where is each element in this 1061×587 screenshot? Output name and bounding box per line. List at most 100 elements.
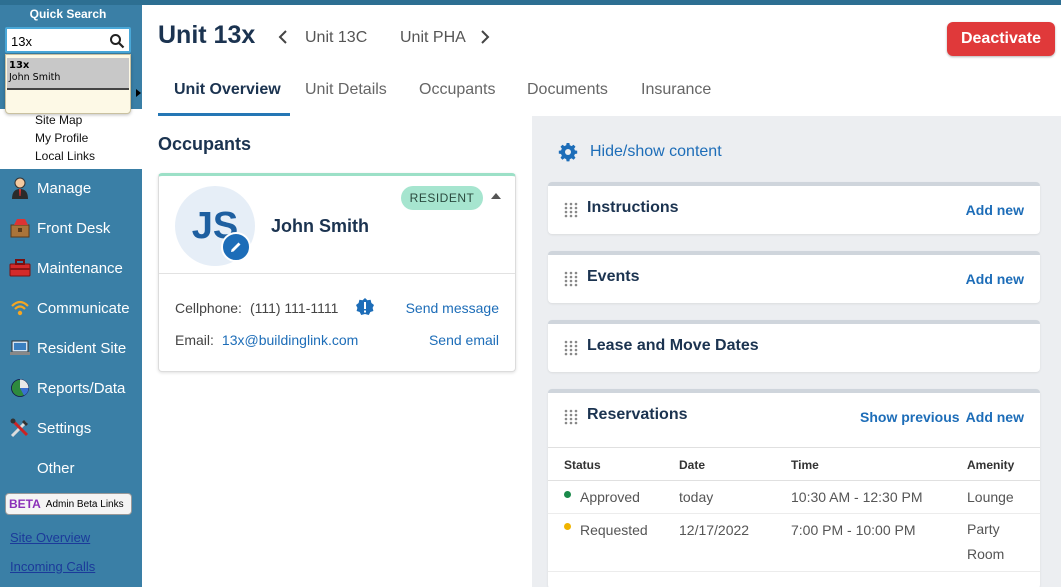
content-panel: Hide/show content Instructions Add new E… [532, 116, 1061, 587]
row-time: 10:30 AM - 12:30 PM [791, 489, 923, 505]
nav-other-label: Other [37, 459, 75, 477]
next-unit-link[interactable]: Unit PHA [400, 29, 466, 47]
edit-pencil-icon[interactable] [221, 232, 251, 262]
nav-resident-site-label: Resident Site [37, 339, 127, 357]
nav-manage[interactable]: Manage [0, 171, 142, 205]
tab-unit-overview[interactable]: Unit Overview [174, 81, 281, 99]
occupant-name[interactable]: John Smith [271, 216, 369, 237]
admin-beta-links-button[interactable]: BETA Admin Beta Links [5, 493, 132, 515]
lease-move-dates-card: Lease and Move Dates [548, 320, 1040, 372]
col-status: Status [564, 458, 601, 472]
main-content: Unit 13x Unit 13C Unit PHA Deactivate Un… [142, 5, 1061, 587]
deactivate-button[interactable]: Deactivate [947, 22, 1055, 56]
package-icon [8, 216, 32, 240]
quick-search-title: Quick Search [29, 7, 107, 21]
nav-reports-data[interactable]: Reports/Data [0, 371, 142, 405]
row-status: Approved [580, 489, 640, 505]
active-tab-indicator [158, 113, 290, 116]
submenu-arrow-icon [136, 89, 141, 97]
row-time: 7:00 PM - 10:00 PM [791, 522, 916, 538]
instructions-title: Instructions [587, 199, 679, 216]
search-result-unit: 13x [9, 60, 30, 71]
nav-settings[interactable]: Settings [0, 411, 142, 445]
row-date: 12/17/2022 [679, 522, 750, 538]
status-approved-dot [564, 491, 571, 498]
nav-maintenance[interactable]: Maintenance [0, 251, 142, 285]
nav-front-desk-label: Front Desk [37, 219, 111, 237]
quick-links: Site Map My Profile Local Links [0, 109, 142, 169]
cellphone-row: Cellphone: (111) 111-1111 [175, 300, 338, 316]
row-amenity: Lounge [967, 489, 1014, 505]
quick-search-dropdown: 13x John Smith [5, 54, 131, 114]
col-amenity: Amenity [967, 458, 1015, 472]
quick-search-box[interactable] [5, 27, 131, 53]
resident-badge: RESIDENT [401, 186, 483, 210]
table-header: Status Date Time Amenity [548, 447, 1040, 481]
email-value[interactable]: 13x@buildinglink.com [222, 332, 358, 348]
my-profile-link[interactable]: My Profile [35, 131, 88, 145]
occupants-heading: Occupants [158, 134, 252, 154]
events-add-new-link[interactable]: Add new [966, 271, 1024, 287]
tab-occupants[interactable]: Occupants [419, 81, 495, 99]
tab-unit-details[interactable]: Unit Details [305, 81, 387, 99]
incoming-calls-link[interactable]: Incoming Calls [10, 559, 95, 574]
divider [159, 273, 515, 274]
nav-reports-data-label: Reports/Data [37, 379, 126, 397]
user-tie-icon [8, 176, 32, 200]
tab-insurance[interactable]: Insurance [641, 81, 711, 99]
nav-manage-label: Manage [37, 179, 92, 197]
reservations-add-new-link[interactable]: Add new [966, 409, 1024, 425]
row-date: today [679, 489, 714, 505]
search-icon[interactable] [109, 33, 125, 49]
drag-handle-icon[interactable] [564, 202, 578, 218]
lease-move-dates-title: Lease and Move Dates [587, 337, 759, 354]
site-overview-link[interactable]: Site Overview [10, 530, 90, 545]
instructions-add-new-link[interactable]: Add new [966, 202, 1024, 218]
chevron-left-icon[interactable] [276, 29, 290, 45]
col-time: Time [791, 458, 819, 472]
send-email-link[interactable]: Send email [429, 332, 499, 348]
search-result-item[interactable]: 13x John Smith [7, 58, 129, 90]
hide-show-label: Hide/show content [590, 143, 722, 160]
unit-title: Unit 13x [158, 21, 256, 49]
local-links-link[interactable]: Local Links [35, 149, 95, 163]
drag-handle-icon[interactable] [564, 271, 578, 287]
tools-icon [8, 416, 32, 440]
pie-chart-icon [8, 376, 32, 400]
alert-badge-icon [356, 298, 374, 315]
nav-resident-site[interactable]: Resident Site [0, 331, 142, 365]
chevron-right-icon[interactable] [478, 29, 492, 45]
nav-other[interactable]: Other [0, 451, 142, 485]
tab-documents[interactable]: Documents [527, 81, 608, 99]
nav-communicate[interactable]: Communicate [0, 291, 142, 325]
reservations-card: Reservations Show previous Add new Statu… [548, 389, 1040, 587]
beta-badge: BETA [9, 497, 41, 511]
cellphone-value: (111) 111-1111 [249, 300, 339, 316]
table-row[interactable]: Approved today 10:30 AM - 12:30 PM Loung… [548, 481, 1040, 514]
beta-links-label: Admin Beta Links [45, 498, 124, 510]
prev-unit-link[interactable]: Unit 13C [305, 29, 367, 47]
email-label: Email: [175, 332, 214, 348]
events-title: Events [587, 268, 640, 285]
quick-search-input[interactable] [11, 32, 107, 50]
sidebar: Quick Search Site Map My Profile Local L… [0, 5, 142, 587]
row-amenity: Party Room [967, 521, 1005, 562]
show-previous-link[interactable]: Show previous [860, 409, 960, 425]
reservations-title: Reservations [587, 406, 688, 423]
hide-show-content-button[interactable]: Hide/show content [558, 142, 722, 162]
laptop-icon [8, 336, 32, 360]
wifi-icon [8, 296, 32, 320]
drag-handle-icon[interactable] [564, 340, 578, 356]
send-message-link[interactable]: Send message [406, 300, 499, 316]
drag-handle-icon[interactable] [564, 409, 578, 425]
events-card: Events Add new [548, 251, 1040, 303]
cellphone-label: Cellphone: [175, 300, 242, 316]
site-map-link[interactable]: Site Map [35, 113, 82, 127]
toolbox-icon [8, 256, 32, 280]
collapse-caret-icon[interactable] [491, 193, 501, 199]
nav-front-desk[interactable]: Front Desk [0, 211, 142, 245]
table-row[interactable]: Requested 12/17/2022 7:00 PM - 10:00 PM … [548, 514, 1040, 572]
nav-maintenance-label: Maintenance [37, 259, 123, 277]
col-date: Date [679, 458, 706, 472]
status-requested-dot [564, 523, 571, 530]
